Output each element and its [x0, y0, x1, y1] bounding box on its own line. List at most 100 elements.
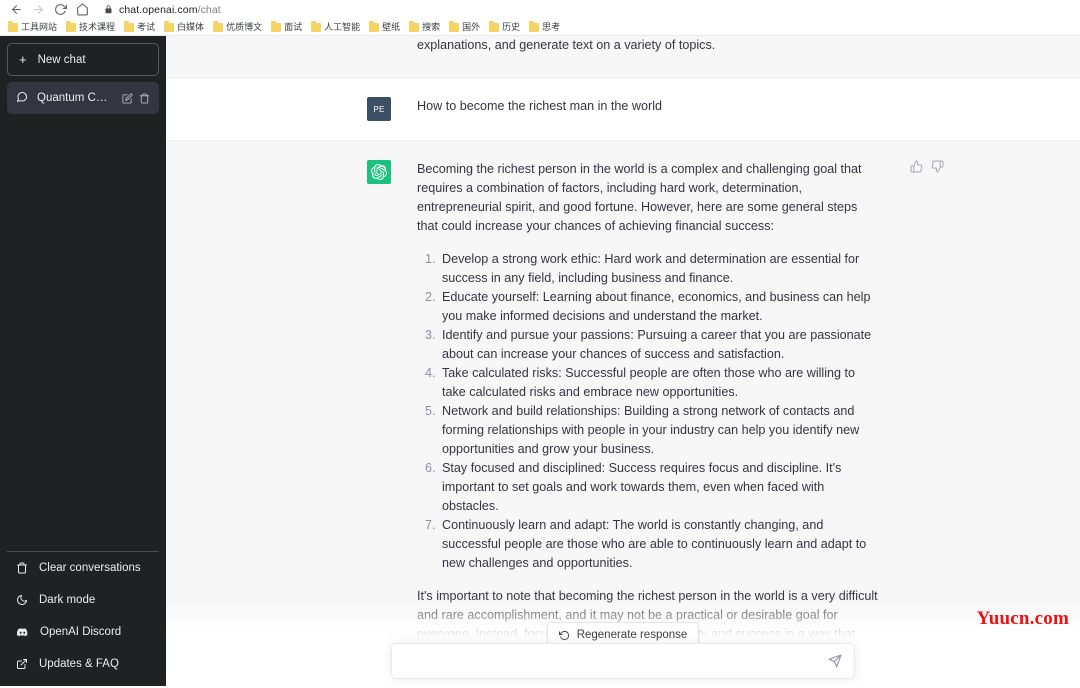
bookmark-label: 国外: [462, 21, 481, 32]
assistant-intro: Becoming the richest person in the world…: [417, 162, 862, 233]
chat-main: explanations, and generate text on a var…: [166, 36, 1080, 686]
bookmark-item[interactable]: 搜索: [405, 20, 444, 34]
list-item: Continuously learn and adapt: The world …: [439, 516, 879, 573]
list-item: Network and build relationships: Buildin…: [439, 402, 879, 459]
bookmark-label: 搜索: [422, 21, 441, 32]
bookmark-item[interactable]: 壁纸: [365, 20, 404, 34]
prompt-input[interactable]: [404, 644, 828, 678]
sidebar-footer: Clear conversations Dark mode OpenAI Dis…: [7, 551, 159, 686]
message-body: Becoming the richest person in the world…: [417, 160, 879, 663]
openai-logo-icon: [367, 160, 391, 184]
bookmark-item[interactable]: 技术课程: [62, 20, 119, 34]
moon-icon: [16, 594, 28, 606]
bookmark-label: 面试: [284, 21, 303, 32]
url-text: chat.openai.com/chat: [119, 4, 221, 16]
message-text: explanations, and generate text on a var…: [417, 38, 716, 52]
regenerate-response-label: Regenerate response: [576, 629, 688, 641]
folder-icon: [311, 20, 322, 32]
list-item: Stay focused and disciplined: Success re…: [439, 459, 879, 516]
url-host: chat.openai.com: [119, 3, 198, 16]
sidebar-item-clear-conversations[interactable]: Clear conversations: [7, 552, 159, 584]
bookmark-item[interactable]: 面试: [267, 20, 306, 34]
thumbs-up-icon[interactable]: [910, 160, 923, 173]
folder-icon: [213, 20, 224, 32]
new-chat-button[interactable]: + New chat: [7, 43, 159, 76]
bookmark-item[interactable]: 人工智能: [307, 20, 364, 34]
refresh-icon: [558, 630, 570, 641]
bookmarks-bar: 工具网站 技术课程 考试 白媒体 优质博文 面试 人工智能 壁纸 搜索 国外 历…: [0, 19, 1080, 36]
folder-icon: [164, 20, 175, 32]
sidebar-item-dark-mode[interactable]: Dark mode: [7, 584, 159, 616]
folder-icon: [409, 20, 420, 32]
bookmark-item[interactable]: 思考: [525, 20, 564, 34]
message-row-user: PE How to become the richest man in the …: [166, 78, 1080, 141]
address-bar[interactable]: chat.openai.com/chat: [98, 1, 1074, 18]
send-icon[interactable]: [828, 654, 842, 668]
watermark: Yuucn.com: [976, 608, 1069, 629]
folder-icon: [8, 20, 18, 32]
trash-icon[interactable]: [139, 92, 150, 104]
list-item: Take calculated risks: Successful people…: [439, 364, 879, 402]
bookmark-label: 历史: [502, 21, 521, 32]
folder-icon: [449, 20, 460, 32]
message-thread[interactable]: explanations, and generate text on a var…: [166, 36, 1080, 686]
bookmark-item[interactable]: 白媒体: [160, 20, 208, 34]
bookmark-label: 技术课程: [79, 21, 116, 32]
folder-icon: [66, 20, 77, 32]
conversation-title: Quantum Computing: [37, 92, 113, 104]
bookmark-item[interactable]: 历史: [485, 20, 524, 34]
message-row-assistant: Becoming the richest person in the world…: [166, 141, 1080, 683]
chat-bubble-icon: [16, 91, 28, 106]
conversation-actions: [122, 92, 150, 104]
discord-icon: [16, 626, 29, 639]
url-path: /chat: [197, 3, 221, 16]
sidebar-item-updates-faq[interactable]: Updates & FAQ: [7, 648, 159, 680]
folder-icon: [271, 20, 282, 32]
folder-icon: [489, 20, 500, 32]
conversation-item-quantum-computing[interactable]: Quantum Computing: [7, 82, 159, 114]
sidebar: + New chat Quantum Computing: [0, 36, 166, 686]
reload-icon[interactable]: [50, 1, 70, 18]
external-link-icon: [16, 658, 28, 670]
list-item: Develop a strong work ethic: Hard work a…: [439, 250, 879, 288]
sidebar-item-label: Dark mode: [39, 594, 96, 606]
bookmark-label: 考试: [137, 21, 156, 32]
browser-toolbar: chat.openai.com/chat: [0, 0, 1080, 19]
bookmark-label: 优质博文: [226, 21, 263, 32]
chatgpt-page: + New chat Quantum Computing: [0, 36, 1080, 686]
home-icon[interactable]: [72, 1, 92, 18]
new-chat-label: New chat: [37, 53, 86, 66]
sidebar-item-label: Clear conversations: [39, 562, 141, 574]
bookmark-label: 人工智能: [324, 21, 361, 32]
list-item: Identify and pursue your passions: Pursu…: [439, 326, 879, 364]
browser-chrome: chat.openai.com/chat 工具网站 技术课程 考试 白媒体 优质…: [0, 0, 1080, 36]
feedback-buttons: [910, 160, 944, 173]
plus-icon: +: [19, 52, 27, 67]
forward-arrow-icon: [28, 1, 48, 18]
bookmark-item[interactable]: 考试: [120, 20, 159, 34]
bookmark-label: 工具网站: [21, 21, 58, 32]
lock-icon: [104, 5, 113, 14]
bookmark-label: 白媒体: [177, 21, 205, 32]
list-item: Educate yourself: Learning about finance…: [439, 288, 879, 326]
sidebar-item-label: Updates & FAQ: [39, 658, 119, 670]
back-arrow-icon[interactable]: [6, 1, 26, 18]
bookmark-item[interactable]: 工具网站: [4, 20, 61, 34]
avatar: PE: [367, 97, 391, 121]
pencil-icon[interactable]: [122, 92, 133, 104]
sidebar-item-label: OpenAI Discord: [40, 626, 122, 638]
bookmark-label: 壁纸: [382, 21, 401, 32]
bookmark-label: 思考: [542, 21, 561, 32]
folder-icon: [124, 20, 135, 32]
bookmark-item[interactable]: 国外: [445, 20, 484, 34]
folder-icon: [529, 20, 540, 32]
trash-icon: [16, 562, 28, 574]
thumbs-down-icon[interactable]: [931, 160, 944, 173]
bookmark-item[interactable]: 优质博文: [209, 20, 266, 34]
folder-icon: [369, 20, 380, 32]
sidebar-item-openai-discord[interactable]: OpenAI Discord: [7, 616, 159, 648]
message-text: How to become the richest man in the wor…: [417, 99, 662, 113]
composer[interactable]: [391, 643, 855, 679]
conversation-list: Quantum Computing: [7, 82, 159, 114]
